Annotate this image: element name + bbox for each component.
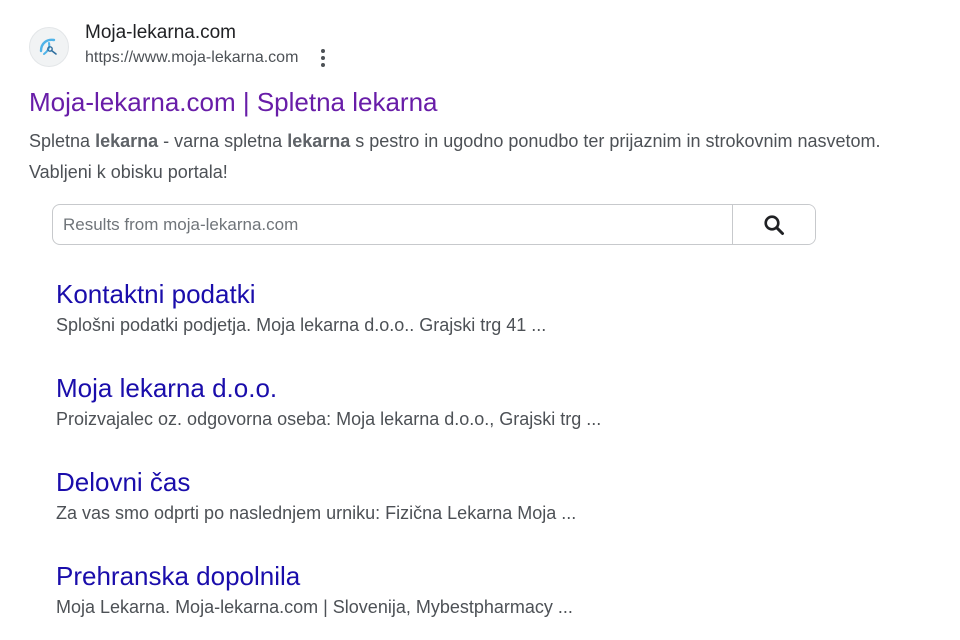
search-result: Moja-lekarna.com https://www.moja-lekarn… — [0, 0, 960, 640]
sitelink-item: Prehranska dopolnila Moja Lekarna. Moja-… — [56, 561, 573, 618]
snippet-text: Spletna — [29, 131, 96, 151]
search-icon — [764, 214, 784, 235]
sitelink-description: Moja Lekarna. Moja-lekarna.com | Sloveni… — [56, 597, 573, 617]
result-title-link[interactable]: Moja-lekarna.com | Spletna lekarna — [29, 86, 438, 118]
snippet-text: - varna spletna — [158, 131, 288, 151]
site-url[interactable]: https://www.moja-lekarna.com — [85, 48, 298, 68]
sitelink-title[interactable]: Prehranska dopolnila — [56, 561, 573, 591]
sitelink-description: Za vas smo odprti po naslednjem urniku: … — [56, 503, 577, 523]
sitelink-title[interactable]: Kontaktni podatki — [56, 279, 546, 309]
site-url-row: https://www.moja-lekarna.com — [85, 48, 328, 68]
site-favicon[interactable] — [29, 27, 69, 67]
snippet-highlight: lekarna — [287, 131, 351, 151]
more-options-dot — [321, 49, 326, 53]
sitelink-item: Kontaktni podatki Splošni podatki podjet… — [56, 279, 546, 336]
site-search-input[interactable] — [53, 205, 732, 244]
sitelink-item: Delovni čas Za vas smo odprti po nasledn… — [56, 467, 576, 524]
more-options-dot — [321, 56, 326, 60]
sitelink-item: Moja lekarna d.o.o. Proizvajalec oz. odg… — [56, 373, 601, 430]
sitelink-title[interactable]: Delovni čas — [56, 467, 576, 497]
more-options-icon[interactable] — [318, 48, 328, 68]
site-search-box — [52, 204, 816, 245]
moja-lekarna-logo-icon — [39, 38, 57, 55]
sitelink-description: Proizvajalec oz. odgovorna oseba: Moja l… — [56, 409, 602, 429]
more-options-dot — [321, 63, 326, 67]
site-text: Moja-lekarna.com https://www.moja-lekarn… — [85, 22, 328, 68]
sitelink-title[interactable]: Moja lekarna d.o.o. — [56, 373, 601, 403]
site-name[interactable]: Moja-lekarna.com — [85, 22, 328, 44]
snippet-highlight: lekarna — [95, 131, 159, 151]
result-snippet: Spletna lekarna - varna spletna lekarna … — [29, 126, 909, 188]
sitelink-description: Splošni podatki podjetja. Moja lekarna d… — [56, 315, 547, 335]
site-header: Moja-lekarna.com https://www.moja-lekarn… — [29, 22, 328, 68]
site-search-button[interactable] — [732, 205, 815, 244]
